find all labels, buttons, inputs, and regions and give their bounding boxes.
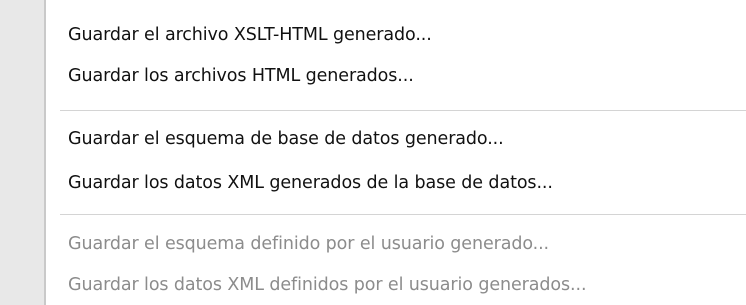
context-menu: Guardar el archivo XSLT-HTML generado...… <box>0 0 746 305</box>
menu-icon-gutter <box>0 0 44 305</box>
menu-separator <box>60 214 746 215</box>
menu-item-save-html-files[interactable]: Guardar los archivos HTML generados... <box>68 61 414 91</box>
menu-item-save-db-xml-data[interactable]: Guardar los datos XML generados de la ba… <box>68 168 553 198</box>
menu-item-save-db-schema[interactable]: Guardar el esquema de base de datos gene… <box>68 124 504 154</box>
menu-gutter-divider <box>44 0 46 305</box>
menu-item-save-xslt-html[interactable]: Guardar el archivo XSLT-HTML generado... <box>68 20 432 50</box>
menu-item-save-user-schema: Guardar el esquema definido por el usuar… <box>68 234 550 254</box>
menu-separator <box>60 110 746 111</box>
menu-item-save-user-xml-data: Guardar los datos XML definidos por el u… <box>68 275 587 295</box>
